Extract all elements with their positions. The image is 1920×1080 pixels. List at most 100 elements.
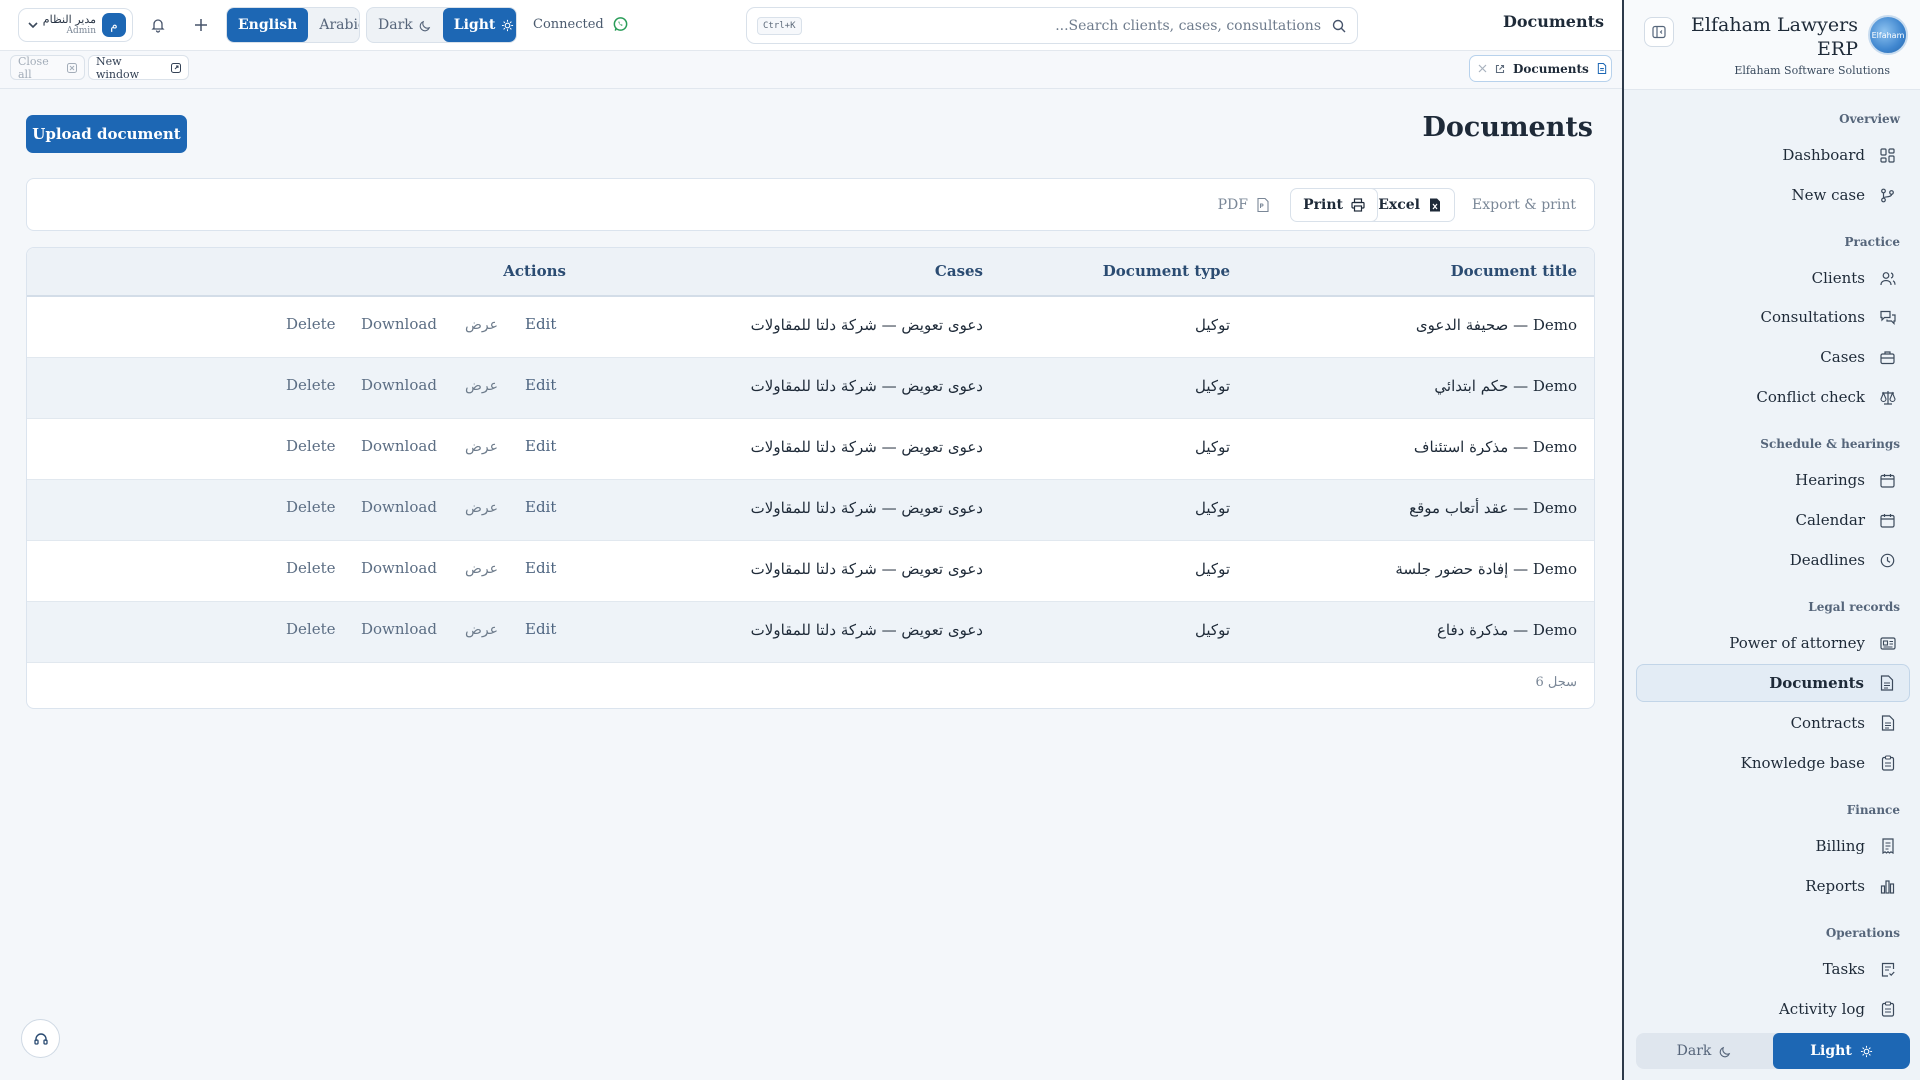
sidebar: Elfaham Lawyers ERP Elfaham Elfaham Soft… [1622,0,1920,1080]
download-button[interactable]: Download [361,620,437,638]
calendar-icon [1879,472,1896,489]
upload-document-button[interactable]: Upload document [26,115,187,153]
print-button[interactable]: Print [1290,188,1378,222]
search-bar[interactable]: Ctrl+K ...Search clients, cases, consult… [746,7,1358,44]
view-button[interactable]: عرض [465,439,498,455]
column-header-cases[interactable]: Cases [935,262,983,280]
delete-button[interactable]: Delete [286,315,335,333]
pdf-button[interactable]: PDF [1206,188,1282,222]
sidebar-item-knowledge-base[interactable]: Knowledge base [1636,744,1910,782]
edit-button[interactable]: Edit [525,376,556,394]
excel-button[interactable]: Excel [1365,188,1455,222]
sidebar-item-cases[interactable]: Cases [1636,338,1910,376]
user-menu[interactable]: مدير النظام Admin م [18,8,133,42]
sidebar-item-label: Deadlines [1789,551,1865,569]
download-button[interactable]: Download [361,315,437,333]
theme-switcher: Dark Light [366,7,517,43]
cell-case[interactable]: دعوى تعويض — شركة دلتا للمقاولات [751,316,983,334]
sidebar-item-label: Knowledge base [1740,754,1865,772]
sidebar-item-power-of-attorney[interactable]: Power of attorney [1636,624,1910,662]
download-button[interactable]: Download [361,376,437,394]
sidebar-theme-dark[interactable]: Dark [1636,1033,1773,1069]
tab-documents[interactable]: Documents [1469,55,1612,82]
close-all-button[interactable]: Close all [10,55,85,81]
id-card-icon [1879,635,1896,652]
collapse-sidebar-button[interactable] [1644,17,1674,47]
view-button[interactable]: عرض [465,317,498,333]
delete-button[interactable]: Delete [286,620,335,638]
plus-icon[interactable] [191,15,211,35]
page-title: Documents [1422,112,1593,143]
download-button[interactable]: Download [361,559,437,577]
search-input[interactable]: ...Search clients, cases, consultations [802,18,1331,34]
cell-case[interactable]: دعوى تعويض — شركة دلتا للمقاولات [751,499,983,517]
sidebar-item-consultations[interactable]: Consultations [1636,298,1910,336]
external-link-icon[interactable] [1495,63,1505,74]
download-button[interactable]: Download [361,437,437,455]
table-row: عقد أتعاب موقع — Demo توكيل دعوى تعويض — ش… [27,480,1594,541]
cell-case[interactable]: دعوى تعويض — شركة دلتا للمقاولات [751,377,983,395]
language-english[interactable]: English [227,8,309,42]
view-button[interactable]: عرض [465,378,498,394]
task-check-icon [1879,961,1896,978]
users-icon [1879,270,1896,287]
avatar: م [102,13,126,37]
close-icon[interactable] [1478,64,1487,74]
sidebar-item-label: Consultations [1760,308,1865,326]
cell-case[interactable]: دعوى تعويض — شركة دلتا للمقاولات [751,560,983,578]
sidebar-item-clients[interactable]: Clients [1636,259,1910,297]
theme-light[interactable]: Light [442,8,516,42]
sidebar-item-dashboard[interactable]: Dashboard [1636,136,1910,174]
edit-button[interactable]: Edit [525,559,556,577]
sidebar-item-documents[interactable]: Documents [1636,664,1910,702]
edit-button[interactable]: Edit [525,620,556,638]
theme-dark-label: Dark [378,17,413,33]
moon-icon [419,19,432,32]
sidebar-theme-light[interactable]: Light [1773,1033,1910,1069]
section-legal: Legal records [1808,600,1900,614]
delete-button[interactable]: Delete [286,498,335,516]
view-button[interactable]: عرض [465,500,498,516]
language-arabic[interactable]: Arabic [308,8,359,42]
section-operations: Operations [1825,926,1900,940]
delete-button[interactable]: Delete [286,559,335,577]
sidebar-item-hearings[interactable]: Hearings [1636,461,1910,499]
cell-document-type: توكيل [1195,499,1230,517]
support-button[interactable] [21,1019,60,1058]
user-role: Admin [66,26,96,36]
sidebar-item-contracts[interactable]: Contracts [1636,704,1910,742]
delete-button[interactable]: Delete [286,437,335,455]
sidebar-item-label: Cases [1820,348,1865,366]
sidebar-item-billing[interactable]: Billing [1636,827,1910,865]
new-window-button[interactable]: New window [88,55,189,81]
edit-button[interactable]: Edit [525,437,556,455]
close-square-icon [67,62,77,73]
sidebar-item-calendar[interactable]: Calendar [1636,501,1910,539]
sidebar-item-activity-log[interactable]: Activity log [1636,990,1910,1028]
edit-button[interactable]: Edit [525,498,556,516]
view-button[interactable]: عرض [465,622,498,638]
cell-document-type: توكيل [1195,316,1230,334]
sidebar-item-reports[interactable]: Reports [1636,867,1910,905]
view-button[interactable]: عرض [465,561,498,577]
bell-icon[interactable] [148,15,168,35]
sidebar-item-conflict-check[interactable]: Conflict check [1636,378,1910,416]
edit-button[interactable]: Edit [525,315,556,333]
cell-case[interactable]: دعوى تعويض — شركة دلتا للمقاولات [751,621,983,639]
sidebar-theme-dark-label: Dark [1676,1043,1712,1059]
download-button[interactable]: Download [361,498,437,516]
chevron-down-icon [25,17,41,33]
brand-logo-text: Elfaham [1871,30,1905,40]
cell-document-title: مذكرة دفاع — Demo [1436,621,1577,639]
cell-case[interactable]: دعوى تعويض — شركة دلتا للمقاولات [751,438,983,456]
section-overview: Overview [1839,112,1900,126]
column-header-title[interactable]: Document title [1451,262,1577,280]
sidebar-item-deadlines[interactable]: Deadlines [1636,541,1910,579]
sidebar-item-tasks[interactable]: Tasks [1636,950,1910,988]
theme-dark[interactable]: Dark [367,8,443,42]
table-row: مذكرة استئناف — Demo توكيل دعوى تعويض — شر… [27,419,1594,480]
sidebar-item-label: New case [1791,186,1865,204]
delete-button[interactable]: Delete [286,376,335,394]
column-header-type[interactable]: Document type [1103,262,1230,280]
sidebar-item-new-case[interactable]: New case [1636,176,1910,214]
